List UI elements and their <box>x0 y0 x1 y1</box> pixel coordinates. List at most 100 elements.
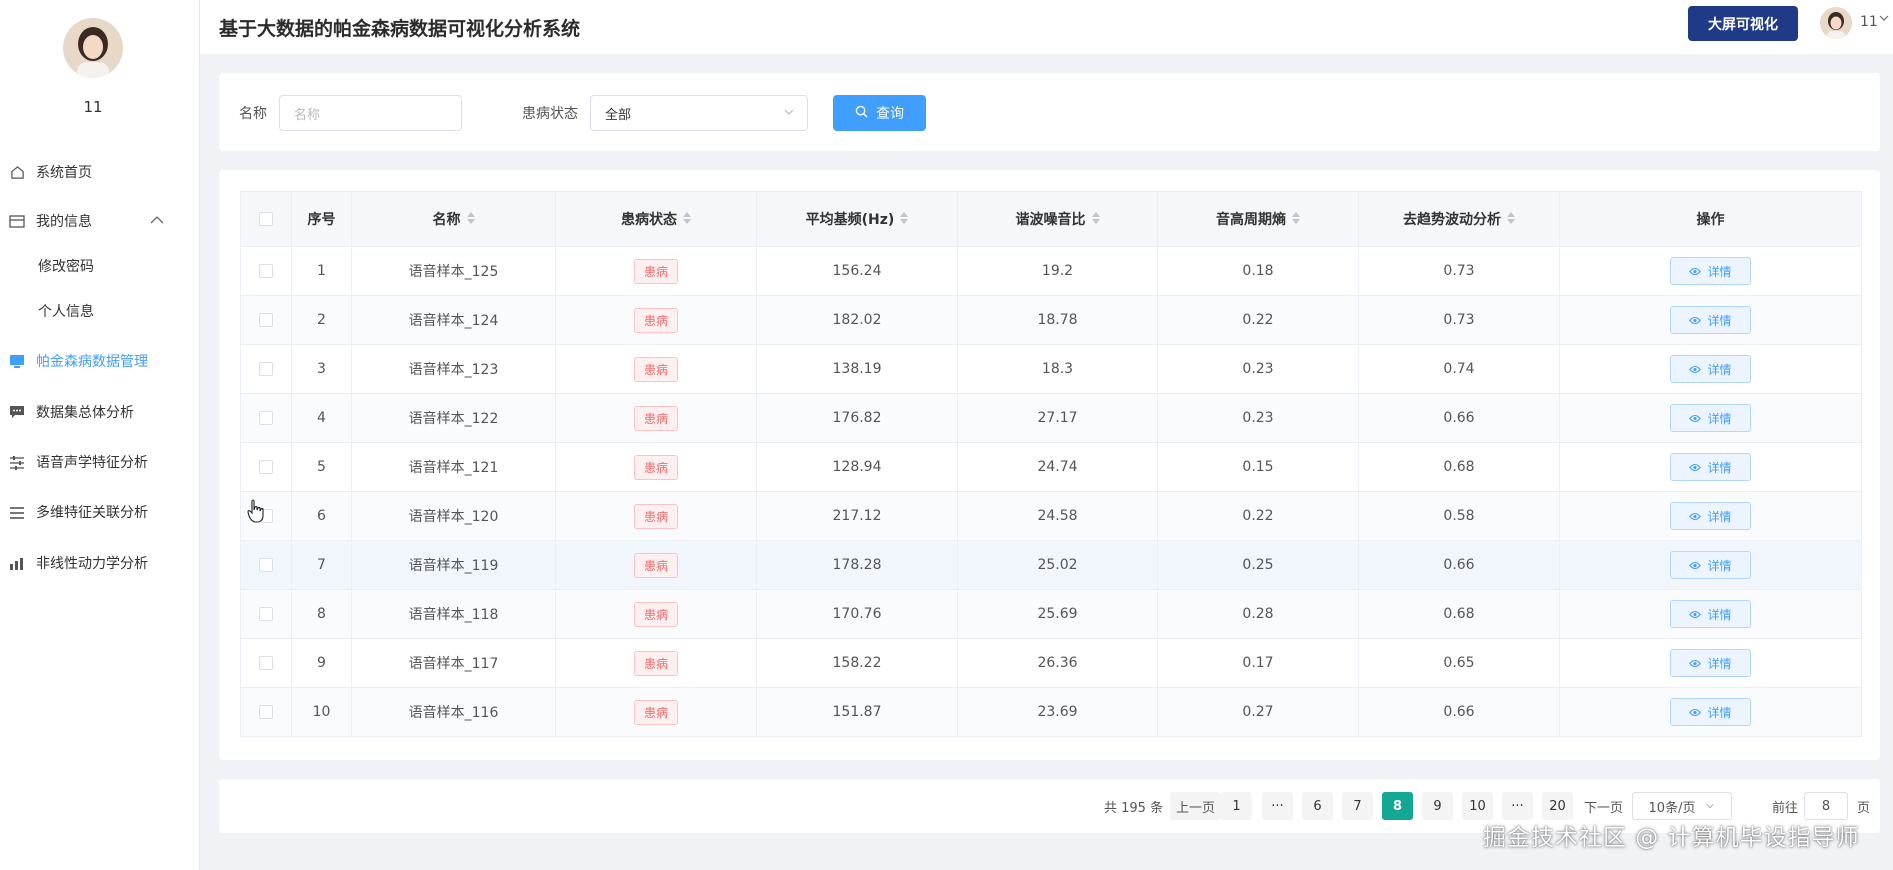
column-header-name[interactable]: 名称 <box>351 191 556 247</box>
cell-hnr: 26.36 <box>957 638 1158 688</box>
sidebar-item-acoustic-analysis[interactable]: 语音声学特征分析 <box>0 442 186 482</box>
cell-name: 语音样本_124 <box>351 295 556 345</box>
page-size-select[interactable]: 10条/页 <box>1632 792 1732 820</box>
table-card: 序号 名称 患病状态 平均基频(Hz) 谐波噪音比 音高周期熵 去趋势波动分析 … <box>219 170 1880 760</box>
sidebar-item-nonlinear-analysis[interactable]: 非线性动力学分析 <box>0 543 186 583</box>
goto-page-input[interactable]: 8 <box>1804 792 1848 820</box>
sidebar-item-label: 个人信息 <box>38 304 94 320</box>
cell-idx: 8 <box>291 589 352 639</box>
sort-icon[interactable] <box>900 212 909 228</box>
data-table: 序号 名称 患病状态 平均基频(Hz) 谐波噪音比 音高周期熵 去趋势波动分析 … <box>240 191 1862 737</box>
cell-ppe: 0.28 <box>1157 589 1359 639</box>
name-input[interactable]: 名称 <box>279 95 462 131</box>
detail-button[interactable]: 详情 <box>1670 551 1751 579</box>
row-checkbox[interactable] <box>259 264 273 278</box>
page-button-1[interactable]: 1 <box>1221 792 1252 820</box>
page-button-10[interactable]: 10 <box>1462 792 1493 820</box>
column-header-status[interactable]: 患病状态 <box>555 191 757 247</box>
page-button-7[interactable]: 7 <box>1342 792 1373 820</box>
column-header-label: 平均基频(Hz) <box>805 212 895 228</box>
row-checkbox[interactable] <box>259 411 273 425</box>
sort-icon[interactable] <box>466 212 475 228</box>
detail-button[interactable]: 详情 <box>1670 649 1751 677</box>
page-button-8[interactable]: 8 <box>1382 792 1413 820</box>
row-select-cell[interactable] <box>240 540 292 590</box>
column-header-label: 名称 <box>432 212 461 228</box>
detail-button[interactable]: 详情 <box>1670 257 1751 285</box>
detail-button[interactable]: 详情 <box>1670 404 1751 432</box>
detail-button-label: 详情 <box>1707 607 1732 622</box>
page-size-value: 10条/页 <box>1648 800 1696 816</box>
detail-button-label: 详情 <box>1707 460 1732 475</box>
column-header-f0[interactable]: 平均基频(Hz) <box>756 191 958 247</box>
row-checkbox[interactable] <box>259 705 273 719</box>
header-select-all[interactable] <box>240 191 292 247</box>
cell-actions: 详情 <box>1559 540 1862 590</box>
detail-button[interactable]: 详情 <box>1670 306 1751 334</box>
status-select[interactable]: 全部 <box>590 95 808 131</box>
sort-icon[interactable] <box>1292 212 1300 228</box>
cell-ppe: 0.22 <box>1157 491 1359 541</box>
sort-icon[interactable] <box>1507 212 1515 228</box>
cell-idx: 6 <box>291 491 352 541</box>
page-button-9[interactable]: 9 <box>1422 792 1453 820</box>
row-select-cell[interactable] <box>240 687 292 737</box>
detail-button[interactable]: 详情 <box>1670 698 1751 726</box>
sidebar-item-label: 帕金森病数据管理 <box>36 354 148 370</box>
cell-actions: 详情 <box>1559 393 1862 443</box>
sidebar-item-dataset-analysis[interactable]: 数据集总体分析 <box>0 392 186 432</box>
detail-button[interactable]: 详情 <box>1670 453 1751 481</box>
chevron-down-icon <box>1706 803 1715 809</box>
row-select-cell[interactable] <box>240 295 292 345</box>
sidebar-item-label: 修改密码 <box>38 259 94 275</box>
detail-button[interactable]: 详情 <box>1670 502 1751 530</box>
sidebar-item-correlation-analysis[interactable]: 多维特征关联分析 <box>0 492 186 532</box>
column-header-ppe[interactable]: 音高周期熵 <box>1157 191 1359 247</box>
big-screen-button[interactable]: 大屏可视化 <box>1688 6 1798 41</box>
column-header-hnr[interactable]: 谐波噪音比 <box>957 191 1158 247</box>
cell-status: 患病 <box>555 442 757 492</box>
sort-icon[interactable] <box>683 212 691 228</box>
page-ellipsis-prev[interactable]: ··· <box>1262 792 1293 820</box>
cell-name: 语音样本_119 <box>351 540 556 590</box>
status-badge: 患病 <box>633 699 678 725</box>
row-checkbox[interactable] <box>259 460 273 474</box>
row-select-cell[interactable] <box>240 442 292 492</box>
page-button-6[interactable]: 6 <box>1302 792 1333 820</box>
detail-button[interactable]: 详情 <box>1670 600 1751 628</box>
eye-icon <box>1689 610 1702 618</box>
row-select-cell[interactable] <box>240 344 292 394</box>
prev-page-button[interactable]: 上一页 <box>1170 792 1222 820</box>
row-checkbox[interactable] <box>259 607 273 621</box>
sidebar-item-data-management[interactable]: 帕金森病数据管理 <box>0 341 186 381</box>
column-header-dfa[interactable]: 去趋势波动分析 <box>1358 191 1560 247</box>
sidebar-item-home[interactable]: 系统首页 <box>0 152 186 192</box>
select-all-checkbox[interactable] <box>259 212 273 226</box>
page-button-20[interactable]: 20 <box>1542 792 1573 820</box>
row-checkbox[interactable] <box>259 313 273 327</box>
cell-name: 语音样本_117 <box>351 638 556 688</box>
row-checkbox[interactable] <box>259 362 273 376</box>
sidebar-item-personal-info[interactable]: 个人信息 <box>0 291 186 331</box>
cell-dfa: 0.73 <box>1358 246 1560 296</box>
detail-button[interactable]: 详情 <box>1670 355 1751 383</box>
row-select-cell[interactable] <box>240 246 292 296</box>
row-select-cell[interactable] <box>240 589 292 639</box>
header-avatar[interactable] <box>1820 7 1852 39</box>
sidebar-item-change-password[interactable]: 修改密码 <box>0 246 186 286</box>
chevron-up-icon[interactable] <box>150 213 164 229</box>
column-header-label: 谐波噪音比 <box>1015 212 1086 228</box>
row-select-cell[interactable] <box>240 638 292 688</box>
cell-f0: 158.22 <box>756 638 958 688</box>
row-checkbox[interactable] <box>259 558 273 572</box>
page-ellipsis-next[interactable]: ··· <box>1502 792 1533 820</box>
row-checkbox[interactable] <box>259 656 273 670</box>
header-username[interactable]: 11 <box>1860 14 1878 30</box>
sort-icon[interactable] <box>1091 212 1100 228</box>
row-select-cell[interactable] <box>240 393 292 443</box>
search-button[interactable]: 查询 <box>833 95 926 131</box>
chevron-down-icon[interactable] <box>1878 12 1890 28</box>
sidebar-item-my-info[interactable]: 我的信息 <box>0 201 186 241</box>
next-page-button[interactable]: 下一页 <box>1584 792 1623 820</box>
chart-icon <box>8 554 26 572</box>
